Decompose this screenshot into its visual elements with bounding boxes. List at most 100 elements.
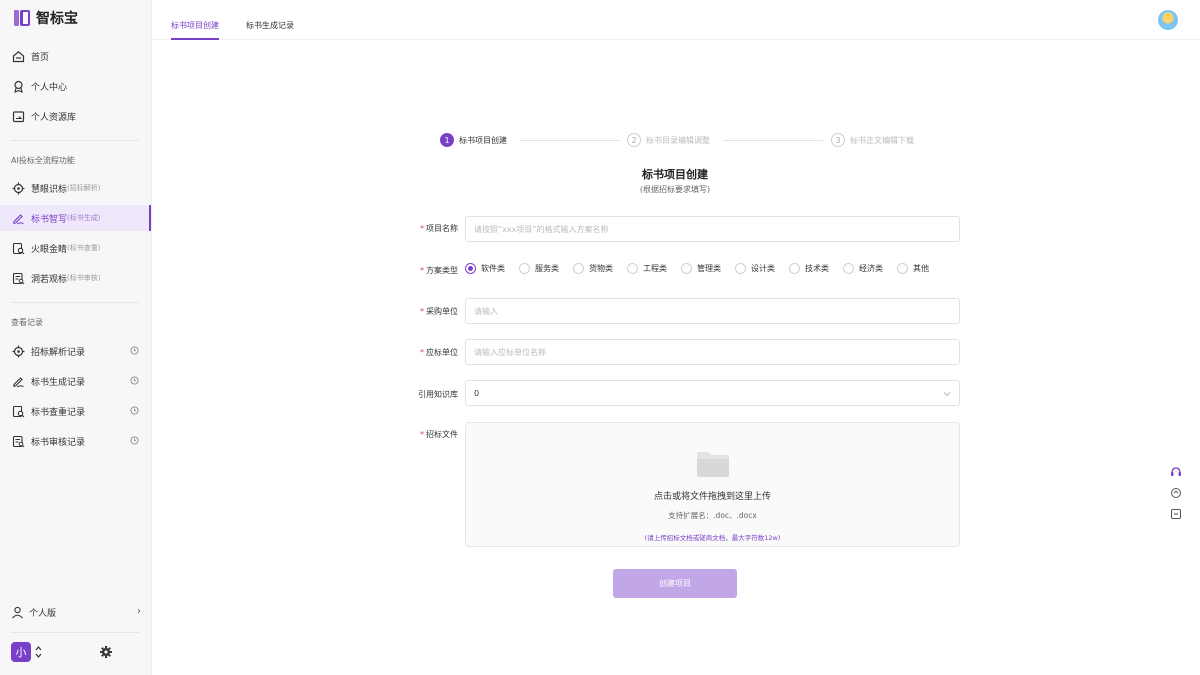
knowledge-select[interactable]: 0: [465, 380, 960, 406]
message-icon[interactable]: [1168, 506, 1184, 522]
sidebar-item-duplicate-check[interactable]: 火眼金睛 (标书查重): [0, 235, 151, 261]
feedback-icon[interactable]: [1168, 485, 1184, 501]
sidebar-item-bid-writing[interactable]: 标书智写 (标书生成): [0, 205, 151, 231]
step-number: 3: [831, 133, 845, 147]
sidebar-item-label: 标书查重记录: [31, 407, 86, 418]
step-1: 1 标书项目创建: [440, 133, 507, 147]
radio-design[interactable]: 设计类: [735, 263, 775, 274]
sidebar-divider: [10, 632, 140, 633]
sidebar-item-label: 个人资源库: [31, 112, 77, 123]
radio-other[interactable]: 其他: [897, 263, 929, 274]
sidebar-item-resources[interactable]: 个人资源库: [0, 103, 151, 129]
bidder-input[interactable]: 请输入应标单位名称: [465, 339, 960, 365]
form-title: 标书项目创建: [642, 168, 708, 181]
user-mode-switch[interactable]: 个人版 ›: [11, 606, 141, 619]
radio-software[interactable]: 软件类: [465, 263, 505, 274]
upload-main-text: 点击或将文件拖拽到这里上传: [653, 492, 771, 502]
target-icon: [11, 181, 25, 195]
sidebar-divider: [10, 140, 140, 141]
sidebar-item-profile[interactable]: 个人中心: [0, 73, 151, 99]
sidebar-item-home[interactable]: 首页: [0, 43, 151, 69]
plan-type-radio-group: 软件类 服务类 货物类 工程类 管理类 设计类 技术类 经济类 其他: [465, 263, 943, 274]
section-title-records: 查看记录: [11, 318, 43, 327]
project-name-label: * 项目名称: [420, 224, 458, 233]
doc-search-icon: [11, 404, 25, 418]
sidebar-item-label: 火眼金睛: [31, 244, 68, 255]
step-2: 2 标书目录编辑调整: [627, 133, 710, 147]
step-label: 标书目录编辑调整: [646, 135, 710, 145]
sidebar-item-label: 洞若观标: [31, 274, 68, 285]
upload-hint-text: (请上传招标文档或磋商文档，最大字符数12w): [644, 534, 781, 542]
sidebar-item-analysis-records[interactable]: 招标解析记录: [0, 338, 151, 364]
account-bar: 小: [11, 642, 112, 662]
user-icon: [11, 606, 24, 619]
doc-review-icon: [11, 434, 25, 448]
folder-icon: [696, 450, 730, 478]
create-project-button[interactable]: 创建项目: [613, 569, 737, 598]
doc-search-icon: [11, 241, 25, 255]
radio-economy[interactable]: 经济类: [843, 263, 883, 274]
account-switch-icon[interactable]: [35, 645, 42, 659]
folder-icon: [11, 109, 25, 123]
avatar[interactable]: 小: [11, 642, 31, 662]
sidebar-item-review-records[interactable]: 标书审核记录: [0, 428, 151, 454]
app-logo[interactable]: 智标宝: [14, 8, 78, 28]
step-number: 1: [440, 133, 454, 147]
step-connector: [520, 140, 620, 141]
knowledge-label: 引用知识库: [418, 390, 458, 399]
floating-toolbar: [1168, 464, 1184, 527]
user-mode-label: 个人版: [29, 609, 57, 619]
badge-icon: [11, 79, 25, 93]
pen-icon: [11, 211, 25, 225]
sidebar-item-bid-analysis[interactable]: 慧眼识标 (招标解析): [0, 175, 151, 201]
section-title-features: AI投标全流程功能: [11, 156, 75, 165]
bid-file-dropzone[interactable]: 点击或将文件拖拽到这里上传 支持扩展名：.doc、.docx (请上传招标文档或…: [465, 422, 960, 547]
sidebar-item-sub: (招标解析): [67, 184, 101, 192]
project-name-input[interactable]: 请按照“xxx项目”的格式输入方案名称: [465, 216, 960, 242]
radio-goods[interactable]: 货物类: [573, 263, 613, 274]
sidebar-item-sub: (标书生成): [67, 214, 101, 222]
sidebar-divider: [10, 302, 140, 303]
knowledge-select-value: 0: [474, 388, 480, 398]
radio-engineering[interactable]: 工程类: [627, 263, 667, 274]
sidebar: 智标宝 首页 个人中心 个人资源库 AI投标全流程功能 慧眼识标 (招标解析) 标…: [0, 0, 152, 675]
tab-project-create[interactable]: 标书项目创建: [171, 20, 219, 40]
logo-icon: [14, 8, 30, 28]
pen-icon: [11, 374, 25, 388]
form-subtitle: (根据招标要求填写): [639, 185, 711, 194]
sidebar-item-label: 慧眼识标: [31, 184, 68, 195]
sidebar-item-generation-records[interactable]: 标书生成记录: [0, 368, 151, 394]
purchaser-input[interactable]: 请输入: [465, 298, 960, 324]
step-label: 标书正文编辑下载: [850, 135, 914, 145]
chevron-down-icon: [943, 390, 951, 397]
radio-management[interactable]: 管理类: [681, 263, 721, 274]
app-name: 智标宝: [36, 11, 78, 27]
step-3: 3 标书正文编辑下载: [831, 133, 914, 147]
sidebar-item-label: 标书智写: [31, 214, 68, 225]
radio-technology[interactable]: 技术类: [789, 263, 829, 274]
sidebar-item-label: 标书审核记录: [31, 437, 86, 448]
user-avatar[interactable]: [1158, 10, 1178, 30]
sidebar-item-label: 标书生成记录: [31, 377, 86, 388]
purchaser-label: * 采购单位: [420, 307, 458, 316]
plan-type-label: * 方案类型: [420, 266, 458, 275]
home-icon: [11, 49, 25, 63]
sidebar-item-sub: (标书审核): [67, 274, 101, 282]
step-label: 标书项目创建: [459, 135, 507, 145]
step-number: 2: [627, 133, 641, 147]
tab-generation-records[interactable]: 标书生成记录: [246, 20, 294, 40]
gear-icon[interactable]: [99, 644, 113, 658]
top-bar: 标书项目创建 标书生成记录: [152, 0, 1200, 40]
sidebar-item-label: 首页: [31, 52, 50, 63]
clock-icon: [130, 376, 139, 385]
sidebar-item-duplicate-records[interactable]: 标书查重记录: [0, 398, 151, 424]
clock-icon: [130, 406, 139, 415]
sidebar-item-label: 招标解析记录: [31, 347, 86, 358]
clock-icon: [130, 436, 139, 445]
sidebar-item-bid-review[interactable]: 洞若观标 (标书审核): [0, 265, 151, 291]
step-connector: [723, 140, 823, 141]
doc-review-icon: [11, 271, 25, 285]
target-icon: [11, 344, 25, 358]
radio-service[interactable]: 服务类: [519, 263, 559, 274]
assistant-icon[interactable]: [1168, 464, 1184, 480]
